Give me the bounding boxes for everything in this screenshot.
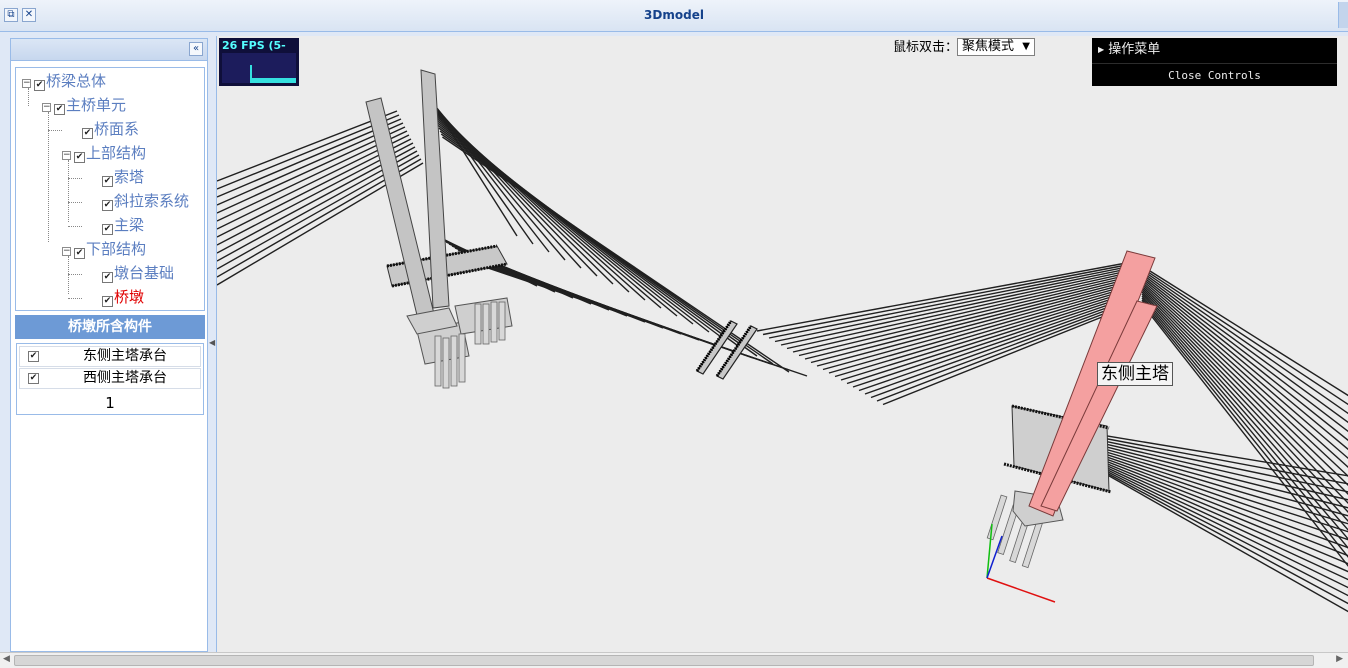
stay-cable (432, 112, 662, 309)
tree-node-bridge-overall[interactable]: − ✔ 桥梁总体 (22, 70, 106, 92)
operation-menu[interactable]: ▶ 操作菜单 (1092, 38, 1337, 64)
tree-node-superstructure[interactable]: − ✔ 上部结构 (62, 142, 146, 164)
checkbox[interactable]: ✔ (74, 248, 85, 259)
corner-tab (1338, 2, 1348, 28)
collapse-icon[interactable]: − (42, 103, 51, 112)
stay-cable (780, 268, 1138, 346)
collapse-icon[interactable]: − (22, 79, 31, 88)
caret-left-icon[interactable]: ◀ (209, 338, 215, 347)
window-title: 3Dmodel (644, 8, 704, 22)
tree-node-substructure[interactable]: − ✔ 下部结构 (62, 238, 146, 260)
checkbox[interactable]: ✔ (74, 152, 85, 163)
components-header: 桥墩所含构件 (15, 315, 205, 339)
checkbox[interactable]: ✔ (102, 224, 113, 235)
tree-node-cable-system[interactable]: ✔ 斜拉索系统 (102, 190, 189, 212)
page-number[interactable]: 1 (17, 394, 203, 412)
fps-graph (222, 53, 296, 83)
scrollbar-thumb[interactable] (14, 655, 1314, 666)
tree-node-tower[interactable]: ✔ 索塔 (102, 166, 144, 188)
tree-node-pier[interactable]: ✔ 桥墩 (102, 286, 144, 308)
checkbox[interactable]: ✔ (28, 373, 39, 384)
list-item[interactable]: ✔ 东侧主塔承台 (19, 346, 201, 367)
components-list: ✔ 东侧主塔承台 ✔ 西侧主塔承台 1 (16, 343, 204, 415)
checkbox[interactable]: ✔ (34, 80, 45, 91)
dblclick-label: 鼠标双击： (893, 40, 959, 55)
checkbox[interactable]: ✔ (54, 104, 65, 115)
controls-panel: ▶ 操作菜单 Close Controls (1092, 38, 1337, 86)
horizontal-scrollbar[interactable]: ◀ ▶ (0, 652, 1348, 668)
bridge-model[interactable] (217, 36, 1348, 652)
stay-cable (1141, 275, 1348, 442)
checkbox[interactable]: ✔ (28, 351, 39, 362)
stay-cable (435, 121, 710, 333)
close-controls-button[interactable]: Close Controls (1092, 66, 1337, 86)
checkbox[interactable]: ✔ (102, 176, 113, 187)
stay-cable (1141, 301, 1348, 558)
tree-node-deck[interactable]: ✔ 桥面系 (82, 118, 139, 140)
tree-node-main-bridge[interactable]: − ✔ 主桥单元 (42, 94, 126, 116)
tree-node-main-girder[interactable]: ✔ 主梁 (102, 214, 144, 236)
stay-cable (774, 266, 1138, 343)
scroll-left-icon[interactable]: ◀ (3, 654, 10, 664)
fps-meter: 26 FPS (5-57) (219, 38, 299, 86)
stay-cable (1141, 303, 1348, 567)
checkbox[interactable]: ✔ (102, 296, 113, 307)
stay-cable (1141, 269, 1348, 415)
collapse-icon[interactable]: − (62, 247, 71, 256)
checkbox[interactable]: ✔ (102, 200, 113, 211)
scroll-right-icon[interactable]: ▶ (1336, 654, 1343, 664)
chevron-down-icon: ▼ (1022, 41, 1030, 52)
caret-right-icon: ▶ (1098, 45, 1105, 54)
stay-cable (433, 115, 678, 317)
stay-cable (1072, 451, 1348, 581)
stay-cable (768, 264, 1138, 339)
checkbox[interactable]: ✔ (102, 272, 113, 283)
hover-label: 东侧主塔 (1097, 362, 1173, 386)
double-chevron-left-icon[interactable]: « (189, 42, 203, 56)
left-panel: « − ✔ 桥梁总体 − ✔ 主桥单元 ✔ 桥面系 − ✔ 上部结构 ✔ 索塔 ✔ 斜拉索系统 (10, 38, 208, 652)
checkbox[interactable]: ✔ (82, 128, 93, 139)
panel-splitter[interactable]: ◀ (208, 38, 216, 652)
collapse-icon[interactable]: − (62, 151, 71, 160)
3d-viewport[interactable]: 26 FPS (5-57) 鼠标双击： 聚焦模式 ▼ ▶ 操作菜单 Close … (216, 36, 1348, 652)
window-titlebar: ⧉ ✕ 3Dmodel (0, 0, 1348, 32)
tree-node-foundation[interactable]: ✔ 墩台基础 (102, 262, 174, 284)
dblclick-mode-select[interactable]: 聚焦模式 ▼ (957, 38, 1035, 56)
component-tree: − ✔ 桥梁总体 − ✔ 主桥单元 ✔ 桥面系 − ✔ 上部结构 ✔ 索塔 ✔ 斜拉索系统 ✔ 主梁… (15, 67, 205, 311)
stay-cable (1141, 271, 1348, 424)
panel-header: « (11, 39, 207, 61)
stay-cable (1078, 457, 1348, 605)
list-item[interactable]: ✔ 西侧主塔承台 (19, 368, 201, 389)
